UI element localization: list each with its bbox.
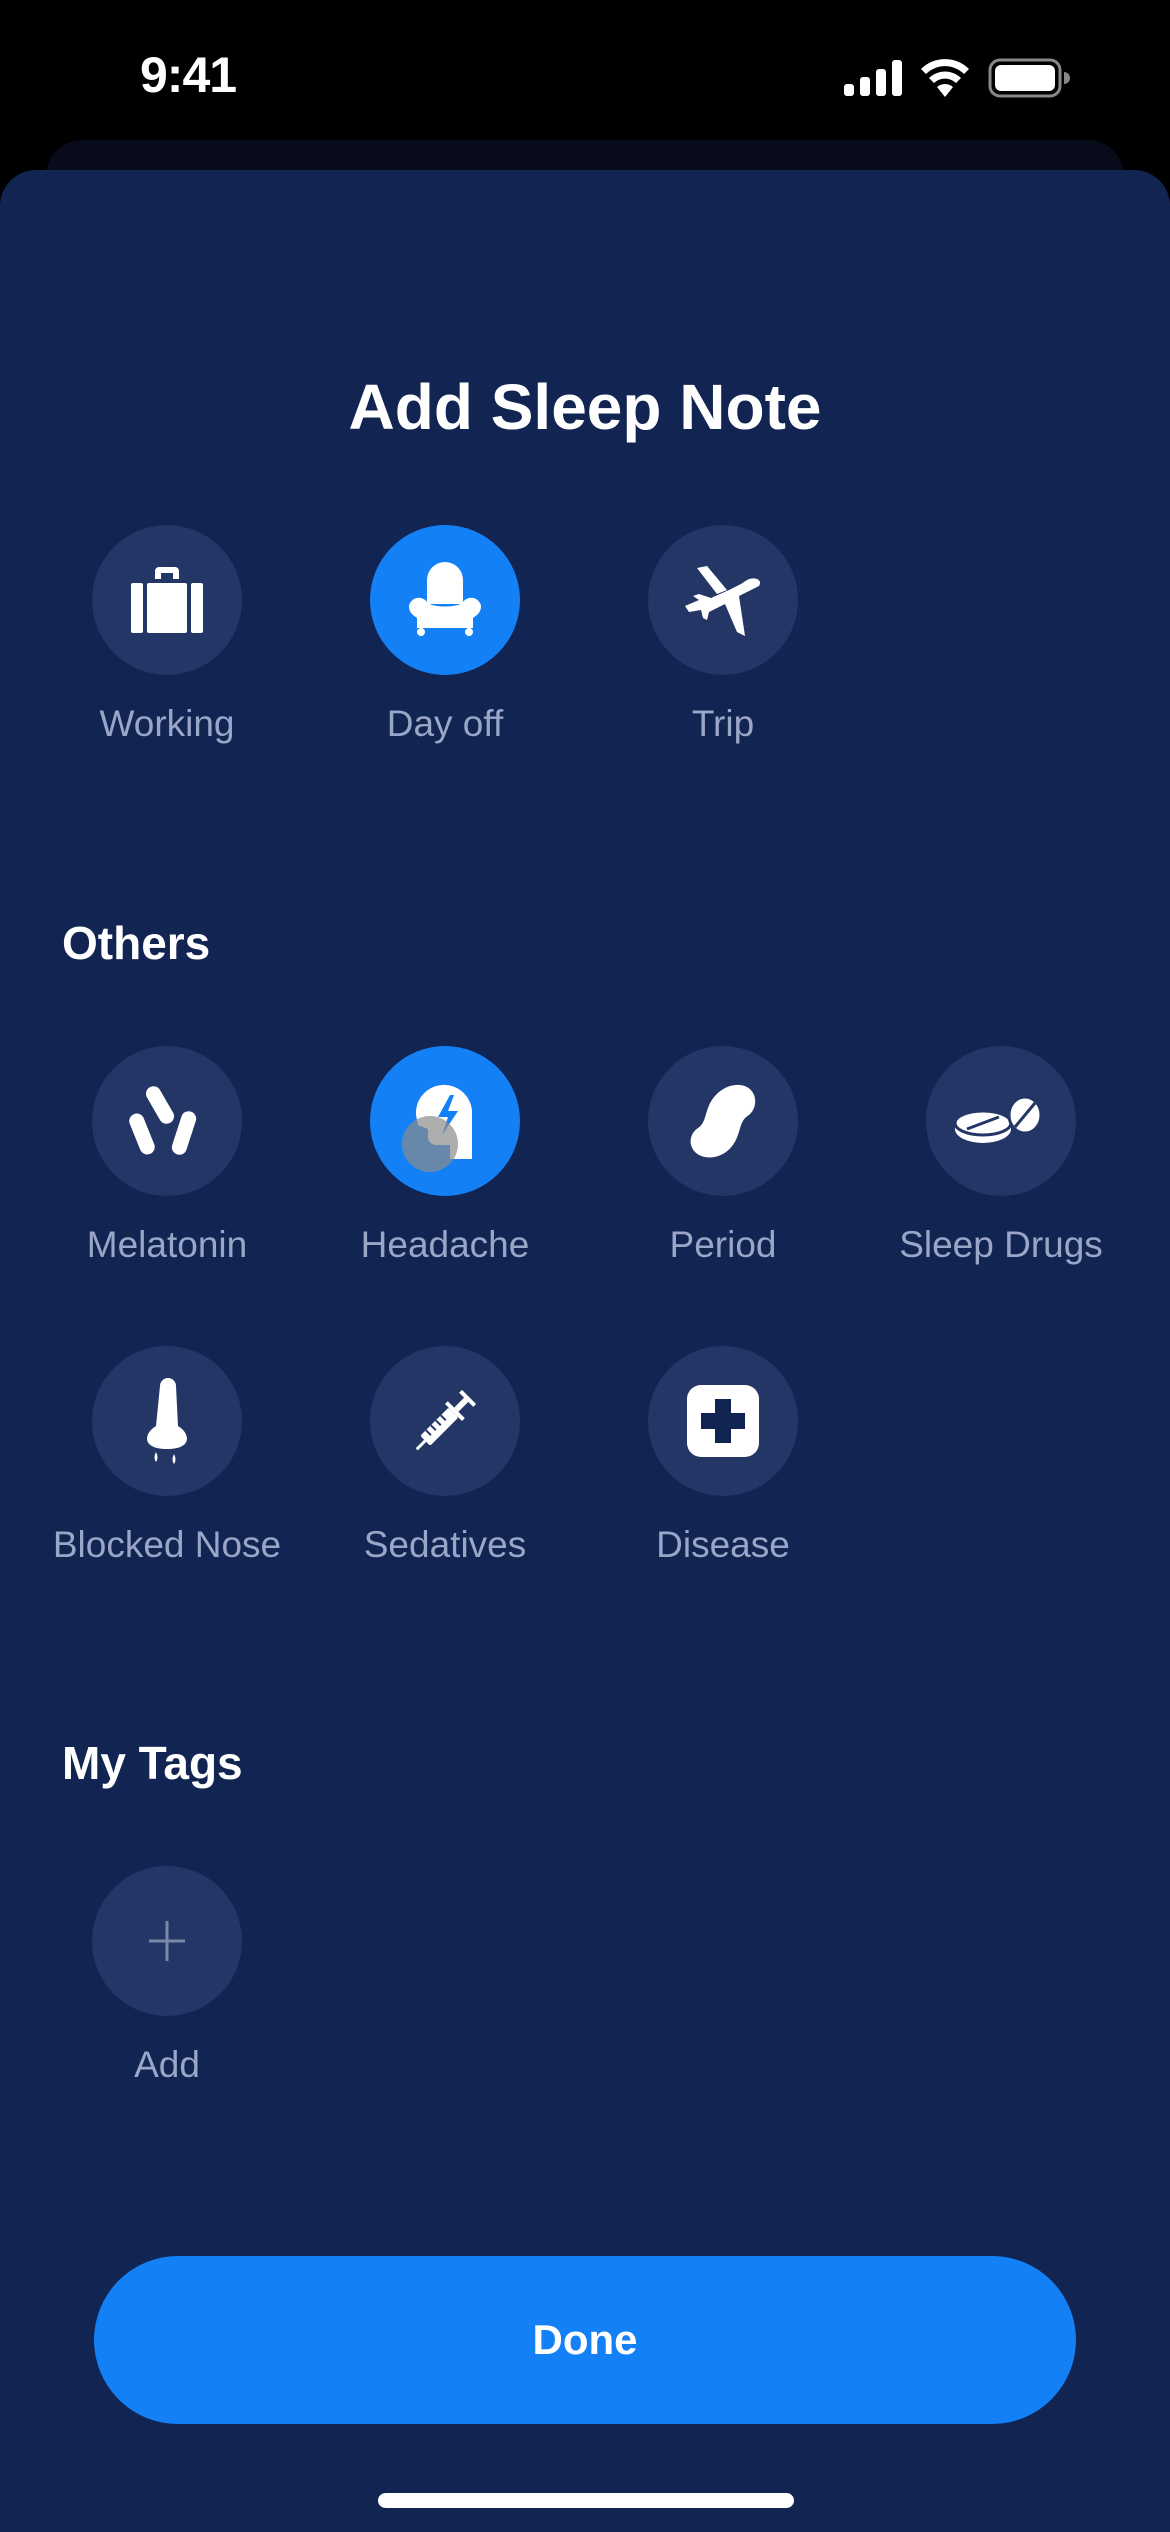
tablets-icon: [953, 1095, 1043, 1143]
tag-melatonin-label: Melatonin: [86, 1224, 248, 1265]
airplane-icon: [685, 566, 761, 636]
tag-period-label: Period: [669, 1224, 777, 1265]
tag-disease[interactable]: Disease: [583, 1346, 863, 1566]
tag-sleep-drugs-circle[interactable]: [926, 1046, 1076, 1196]
wifi-icon: [921, 59, 969, 97]
status-time: 9:41: [140, 47, 237, 103]
tag-day-off[interactable]: Day off: [305, 525, 585, 745]
tag-day-off-label: Day off: [386, 703, 504, 744]
tag-period-circle[interactable]: [648, 1046, 798, 1196]
plus-icon: [149, 1921, 185, 1961]
others-heading: Others: [62, 917, 211, 969]
tag-disease-circle[interactable]: [648, 1346, 798, 1496]
tag-working[interactable]: Working: [27, 525, 307, 745]
tag-headache-label: Headache: [360, 1224, 530, 1265]
tag-melatonin-circle[interactable]: [92, 1046, 242, 1196]
tag-headache-circle[interactable]: [370, 1046, 520, 1196]
syringe-icon: [415, 1389, 477, 1451]
home-indicator[interactable]: [378, 2493, 794, 2508]
touch-indicator: [402, 1116, 458, 1172]
status-icons: [844, 58, 1070, 98]
tag-melatonin[interactable]: Melatonin: [27, 1046, 307, 1266]
add-tag-circle[interactable]: [92, 1866, 242, 2016]
tag-sedatives-label: Sedatives: [363, 1524, 527, 1565]
medical-cross-icon: [687, 1385, 759, 1457]
tag-trip-label: Trip: [691, 703, 755, 744]
tag-disease-label: Disease: [656, 1524, 790, 1565]
tag-day-off-circle[interactable]: [370, 525, 520, 675]
pills-icon: [127, 1083, 200, 1158]
tag-sedatives[interactable]: Sedatives: [305, 1346, 585, 1566]
nose-icon: [147, 1378, 187, 1464]
tag-trip[interactable]: Trip: [583, 525, 863, 745]
tag-blocked-nose[interactable]: Blocked Nose: [27, 1346, 307, 1566]
tag-working-label: Working: [99, 703, 235, 744]
sheet-title: Add Sleep Note: [348, 371, 822, 443]
tag-headache[interactable]: Headache: [305, 1046, 585, 1266]
cellular-signal-icon: [844, 60, 902, 96]
tag-period[interactable]: Period: [583, 1046, 863, 1266]
my-tags-heading: My Tags: [62, 1737, 243, 1789]
armchair-icon: [409, 562, 481, 636]
tag-sedatives-circle[interactable]: [370, 1346, 520, 1496]
done-button[interactable]: Done: [94, 2256, 1076, 2424]
tag-blocked-nose-label: Blocked Nose: [52, 1524, 282, 1565]
tag-sleep-drugs[interactable]: Sleep Drugs: [861, 1046, 1141, 1266]
briefcase-icon: [131, 567, 203, 633]
tag-blocked-nose-circle[interactable]: [92, 1346, 242, 1496]
add-tag-button[interactable]: Add: [27, 1866, 307, 2086]
status-bar: 9:41: [0, 0, 1170, 140]
tag-working-circle[interactable]: [92, 525, 242, 675]
battery-icon: [988, 58, 1070, 98]
tag-trip-circle[interactable]: [648, 525, 798, 675]
tag-sleep-drugs-label: Sleep Drugs: [899, 1224, 1103, 1265]
add-tag-label: Add: [134, 2044, 200, 2085]
pad-icon: [690, 1084, 756, 1158]
